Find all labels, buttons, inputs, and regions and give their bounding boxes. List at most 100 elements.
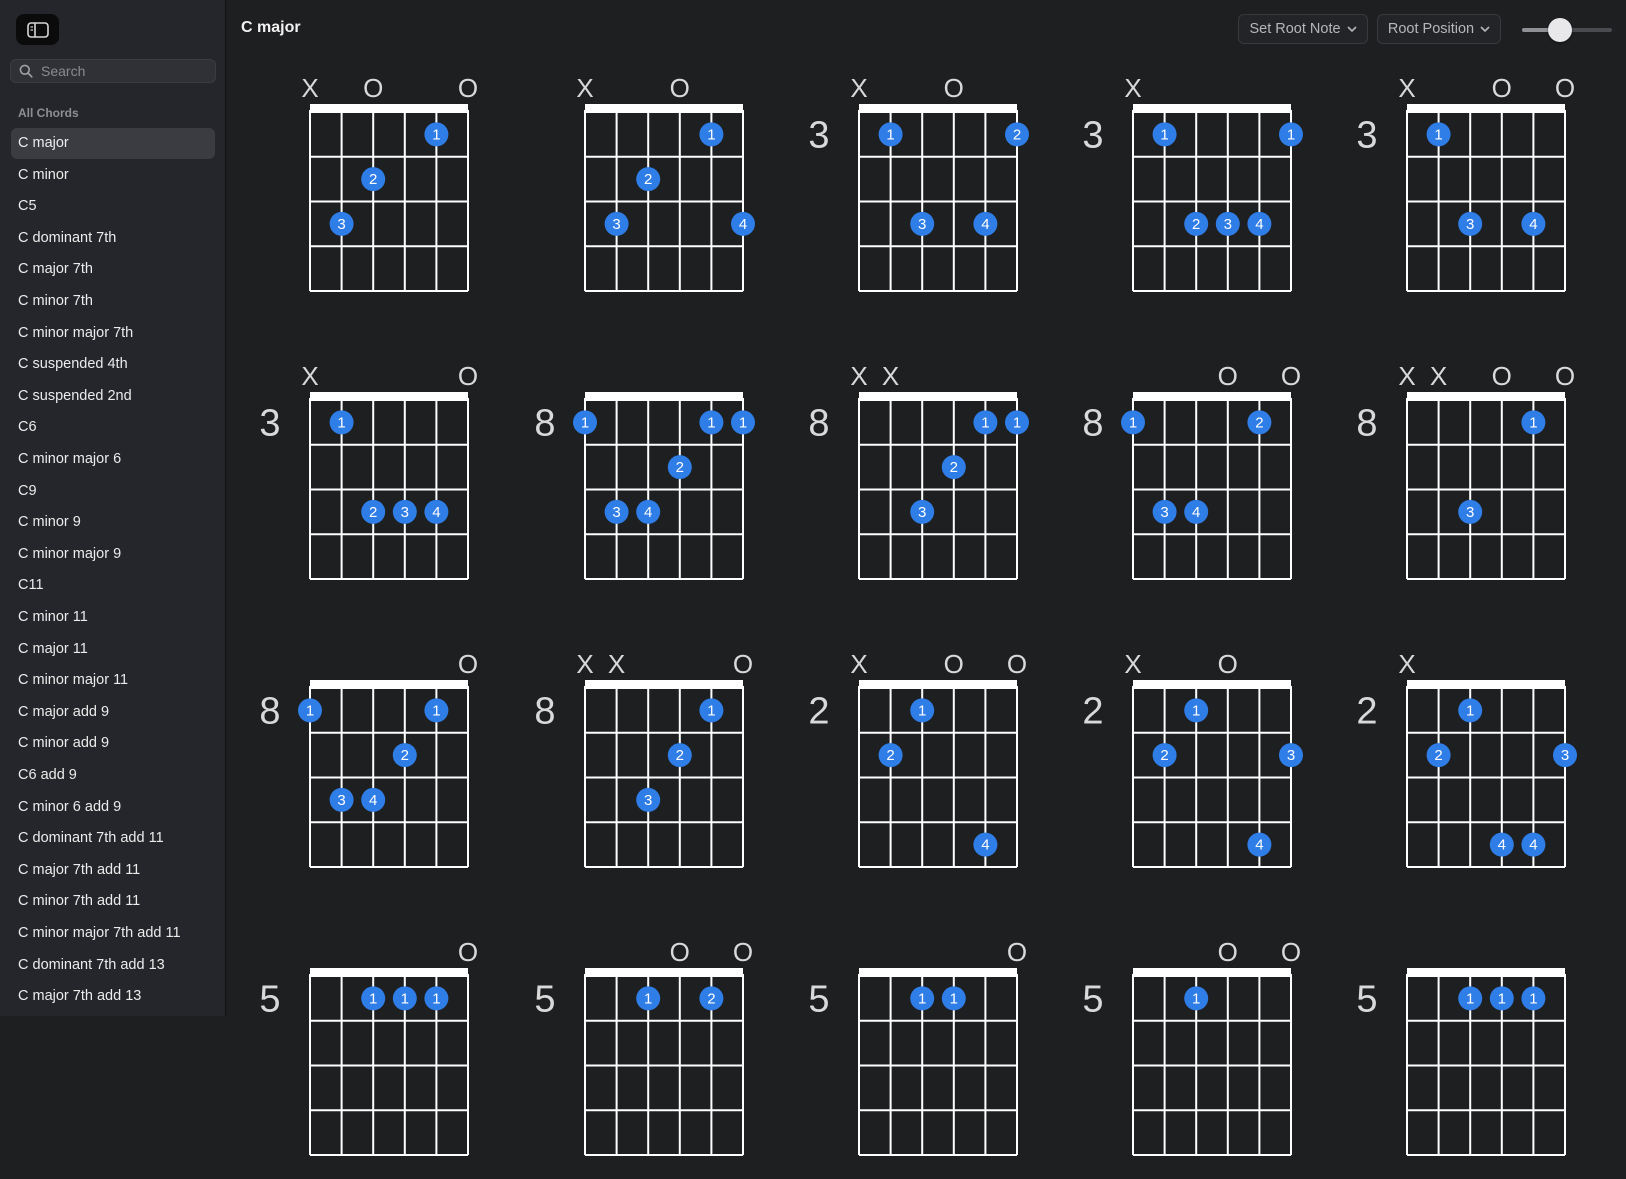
chord-diagram[interactable]: X311234	[1049, 60, 1319, 310]
root-position-dropdown[interactable]: Root Position	[1377, 14, 1501, 44]
chord-list-item[interactable]: C minor major 6	[11, 444, 215, 475]
chord-list-item[interactable]: C5	[11, 191, 215, 222]
finger-number: 1	[581, 414, 589, 431]
chord-diagram[interactable]: X O O 2 1 2 4	[775, 636, 1045, 886]
chord-diagram[interactable]: XX O 8 1 2 3	[501, 636, 771, 886]
chord-diagram[interactable]: X O 2 1 2 3 4	[1049, 636, 1319, 886]
chord-list-item[interactable]: C minor 6 add 9	[11, 792, 215, 823]
fret-number: 8	[259, 690, 280, 732]
chord-diagram[interactable]: O O 5 1	[1049, 924, 1319, 1174]
chord-list-item[interactable]: C dominant 7th add 11	[11, 823, 215, 854]
finger-number: 3	[644, 792, 652, 809]
chord-list-item[interactable]: C minor 7th	[11, 286, 215, 317]
chord-diagram-svg: O 8 1 1 2 3 4	[259, 649, 478, 868]
chord-list-item[interactable]: C suspended 4th	[11, 349, 215, 380]
chord-diagram[interactable]: X O O 3 1 3 4	[1323, 60, 1593, 310]
muted-string-mark: X	[1124, 73, 1141, 103]
set-root-note-dropdown[interactable]: Set Root Note	[1238, 14, 1368, 44]
finger-number: 1	[707, 702, 715, 719]
chord-list-item[interactable]: C minor major 9	[11, 539, 215, 570]
chord-list-item[interactable]: C dominant 7th add 13	[11, 950, 215, 981]
chord-diagram[interactable]: X212344	[1323, 636, 1593, 886]
chord-list-item[interactable]: C minor 11	[11, 602, 215, 633]
muted-string-mark: X	[301, 361, 318, 391]
nut	[1133, 104, 1291, 112]
chord-list-item[interactable]: C suspended 2nd	[11, 381, 215, 412]
chord-diagram[interactable]: O 8 1 1 2 3 4	[226, 636, 496, 886]
finger-number: 3	[1466, 216, 1474, 233]
chord-list-item[interactable]: C minor major 7th	[11, 318, 215, 349]
chord-list-item[interactable]: C dominant 7th	[11, 223, 215, 254]
finger-number: 1	[1434, 126, 1442, 143]
chord-list-item[interactable]: C minor 9	[11, 507, 215, 538]
chord-diagram[interactable]: O O 5 1 2	[501, 924, 771, 1174]
nut	[1133, 392, 1291, 400]
muted-string-mark: X	[850, 649, 867, 679]
finger-number: 4	[1255, 837, 1263, 854]
chord-list-item[interactable]: C minor major 7th add 11	[11, 918, 215, 949]
zoom-slider-knob[interactable]	[1547, 18, 1572, 42]
chord-diagram[interactable]: O 5 1 1	[775, 924, 1045, 1174]
finger-number: 1	[401, 990, 409, 1007]
set-root-note-label: Set Root Note	[1249, 21, 1341, 37]
chord-diagram-svg: X O 3 1 2 3 4	[259, 361, 478, 580]
open-string-mark: O	[670, 73, 690, 103]
chevron-down-icon	[1346, 25, 1357, 32]
chord-list-item[interactable]: C major add 9	[11, 697, 215, 728]
open-string-mark: O	[733, 649, 753, 679]
finger-number: 1	[369, 990, 377, 1007]
finger-number: 3	[1224, 216, 1232, 233]
chord-list-item[interactable]: C major	[11, 128, 215, 159]
finger-number: 1	[950, 990, 958, 1007]
open-string-mark: O	[944, 73, 964, 103]
finger-number: 2	[401, 747, 409, 764]
search-input[interactable]	[39, 62, 203, 80]
chord-diagram-svg: X O 3 1 2 3 4	[808, 73, 1029, 292]
chord-diagram[interactable]: O 5 1 1 1	[226, 924, 496, 1174]
chord-list-item[interactable]: C11	[11, 570, 215, 601]
chord-diagram[interactable]: O O 8 1 2 3 4	[1049, 348, 1319, 598]
nut	[859, 104, 1017, 112]
finger-number: 4	[1255, 216, 1263, 233]
chord-list-item[interactable]: C9	[11, 476, 215, 507]
chord-diagram[interactable]: X O 3 1 2 3 4	[226, 348, 496, 598]
chord-diagram[interactable]: X O 3 1 2 3 4	[775, 60, 1045, 310]
chord-list-item[interactable]: C minor 7th add 11	[11, 886, 215, 917]
nut	[585, 392, 743, 400]
chord-diagram[interactable]: X O 1 2 3 4	[501, 60, 771, 310]
open-string-mark: O	[1007, 649, 1027, 679]
finger-number: 1	[707, 414, 715, 431]
chord-list-item[interactable]: C major 7th add 13	[11, 981, 215, 1012]
chord-diagram-svg: X3 1 12 3 4	[1082, 73, 1303, 292]
chord-list-item[interactable]: C major 11	[11, 634, 215, 665]
chord-list-item[interactable]: C6	[11, 412, 215, 443]
chord-diagram[interactable]: 5 1 1 1	[1323, 924, 1593, 1174]
sidebar-toggle-button[interactable]	[16, 14, 59, 45]
finger-number: 2	[886, 747, 894, 764]
nut	[1407, 392, 1565, 400]
fret-number: 5	[1082, 978, 1103, 1020]
finger-number: 1	[1529, 414, 1537, 431]
chord-list-item[interactable]: C major 7th	[11, 254, 215, 285]
fret-number: 3	[1082, 114, 1103, 156]
chord-list-item[interactable]: C6 add 9	[11, 760, 215, 791]
chord-list-item[interactable]: C minor major 11	[11, 665, 215, 696]
finger-number: 1	[306, 702, 314, 719]
chord-list-item[interactable]: C minor	[11, 160, 215, 191]
chord-list-item[interactable]: C major 7th add 11	[11, 855, 215, 886]
chord-diagram[interactable]: X O O 1 2 3	[226, 60, 496, 310]
chord-diagram[interactable]: XX81123	[775, 348, 1045, 598]
finger-number: 2	[707, 990, 715, 1007]
chord-diagram-svg: X O 2 1 2 3 4	[1082, 649, 1303, 868]
chord-list-item[interactable]: C minor add 9	[11, 728, 215, 759]
section-label: All Chords	[18, 106, 79, 120]
nut	[585, 104, 743, 112]
chord-diagram[interactable]: XX O O 8 1 3	[1323, 348, 1593, 598]
nut	[310, 392, 468, 400]
finger-number: 1	[707, 126, 715, 143]
chord-diagram[interactable]: 8 1 1 1 2 3 4	[501, 348, 771, 598]
search-field[interactable]	[10, 59, 216, 83]
fret-number: 8	[534, 402, 555, 444]
muted-string-mark: X	[882, 361, 899, 391]
finger-number: 1	[981, 414, 989, 431]
